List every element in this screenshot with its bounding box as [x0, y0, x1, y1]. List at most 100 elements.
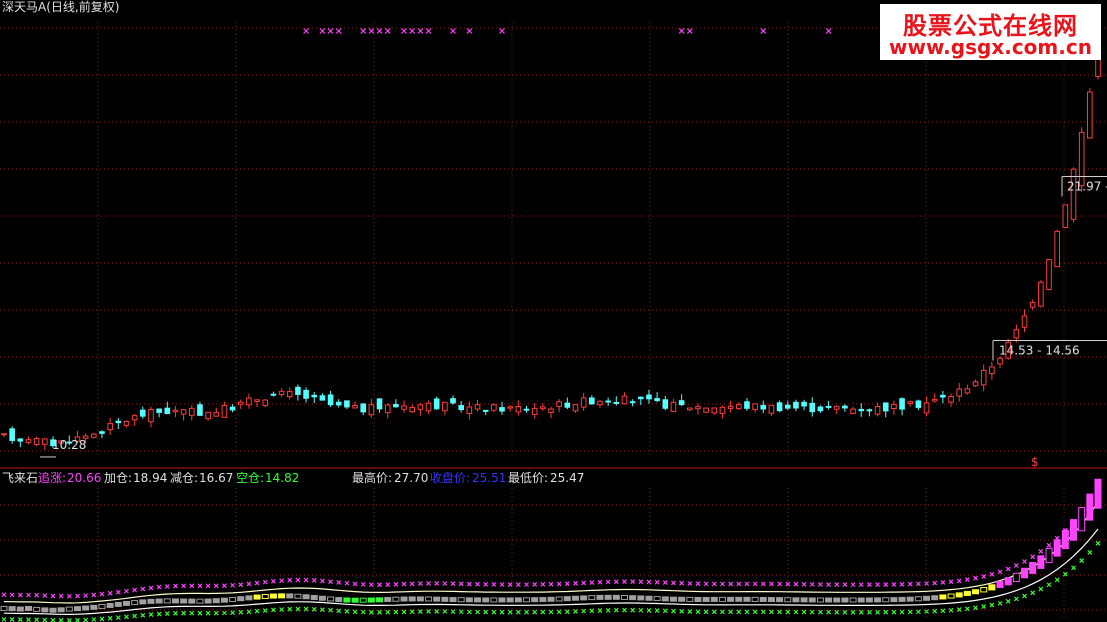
candle-body [719, 406, 726, 414]
chase-cross [956, 578, 962, 584]
indicator-bar [163, 598, 171, 604]
legend-label: 最高价: [352, 470, 392, 485]
candle-body [180, 409, 187, 415]
candle [580, 392, 587, 411]
chase-cross [50, 593, 56, 599]
candle-body [874, 405, 881, 415]
empty-cross [352, 609, 358, 615]
signal-cross [686, 28, 693, 34]
indicator-bar [286, 593, 294, 599]
indicator-bar [212, 598, 220, 604]
candle-body [907, 401, 914, 404]
chase-cross [9, 592, 15, 598]
candle-body [409, 406, 416, 413]
level-label-upper: 21.97 - [1067, 179, 1107, 193]
candle [172, 406, 179, 418]
chase-cross [360, 581, 366, 587]
chase-cross [850, 582, 856, 588]
chase-cross [254, 580, 260, 586]
candle [638, 396, 644, 405]
candle [295, 384, 301, 401]
chase-cross [556, 581, 562, 587]
indicator-bar [841, 597, 849, 603]
candle [678, 394, 685, 406]
indicator-bar [367, 597, 375, 603]
candle-body [1013, 329, 1020, 339]
chase-cross [483, 581, 489, 587]
chase-cross [630, 579, 636, 584]
candle-body [25, 439, 32, 443]
candle-body [989, 366, 995, 375]
legend-value: 18.94 [133, 471, 167, 485]
empty-cross [654, 608, 660, 614]
candle [384, 403, 391, 419]
chart-title: 深天马A(日线,前复权) [2, 0, 119, 14]
indicator-bar [8, 606, 16, 612]
indicator-bar [278, 593, 286, 599]
empty-cross [205, 610, 211, 616]
empty-cross [1087, 550, 1093, 555]
chase-cross [270, 578, 276, 584]
candle-body [891, 403, 897, 410]
empty-cross [858, 609, 864, 615]
candle [523, 405, 530, 413]
candle [801, 399, 807, 411]
candle [425, 400, 432, 415]
candle-body [433, 398, 440, 410]
empty-cross [295, 606, 301, 612]
signal-cross [825, 28, 832, 34]
empty-cross [499, 609, 505, 615]
indicator-bar [16, 606, 24, 612]
signal-cross [368, 28, 375, 34]
candle [229, 404, 236, 413]
candle-body [833, 405, 840, 410]
indicator-bar [1029, 561, 1037, 574]
candle [246, 393, 252, 409]
indicator-bar [318, 595, 326, 601]
chase-cross [817, 582, 823, 587]
indicator-bar [506, 597, 514, 603]
chase-cross [907, 581, 913, 587]
empty-cross [760, 609, 766, 615]
indicator-bar [1021, 567, 1029, 579]
indicator-bar [923, 595, 931, 601]
candle-body [564, 402, 571, 408]
chase-cross [932, 580, 938, 586]
indicator-bar [808, 597, 816, 603]
indicator-bar [482, 597, 490, 603]
candle [997, 356, 1003, 369]
candle-body [270, 393, 277, 396]
empty-cross [801, 609, 807, 615]
candle [311, 392, 318, 404]
chase-cross [26, 592, 31, 598]
indicator-bar [963, 590, 971, 596]
chase-cross [940, 580, 946, 585]
chase-cross [34, 592, 40, 598]
signal-cross [760, 28, 767, 34]
candle [776, 400, 783, 413]
candle-body [858, 408, 865, 412]
empty-cross [262, 608, 268, 613]
empty-cross [213, 610, 219, 616]
empty-cross [744, 609, 750, 615]
candle-body [882, 402, 889, 412]
chase-cross [1030, 554, 1036, 560]
candle [833, 405, 840, 415]
candle [858, 403, 865, 417]
candle-body [670, 401, 677, 412]
empty-cross [671, 608, 676, 614]
chase-cross [213, 583, 219, 589]
empty-cross [99, 616, 105, 622]
candle [1070, 167, 1077, 223]
empty-cross [540, 609, 546, 615]
legend-label: 减仓: [170, 471, 198, 485]
indicator-bar [996, 581, 1004, 589]
empty-cross [9, 617, 15, 622]
candle-body [695, 406, 701, 410]
indicator-series [0, 478, 1102, 622]
candle-body [956, 388, 963, 397]
chase-cross [744, 581, 750, 587]
indicator-bar [41, 607, 49, 613]
candle-body [825, 405, 832, 408]
indicator-bar [57, 607, 65, 613]
